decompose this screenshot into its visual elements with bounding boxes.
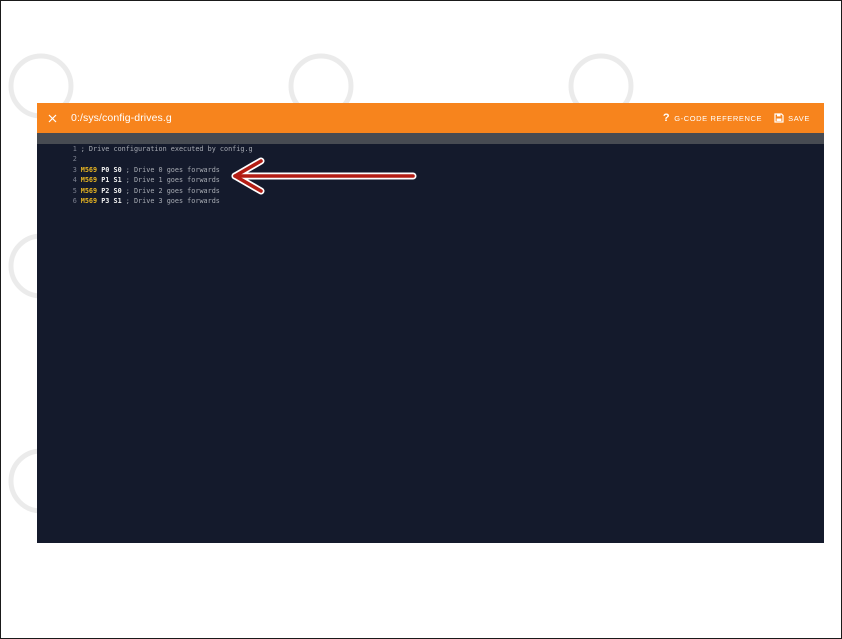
line-comment: ; Drive 3 goes forwards <box>125 197 220 205</box>
line-number: 6 <box>72 197 77 205</box>
help-icon: ? <box>662 111 671 124</box>
code-line: 2 <box>37 144 824 163</box>
code-editor-dialog: 0:/sys/config-drives.g ? G-CODE REFERENC… <box>37 103 824 543</box>
close-icon <box>48 114 56 122</box>
code-line: 4 M569 P1 S1 ; Drive 1 goes forwards <box>37 165 824 184</box>
code-line: 5 M569 P2 S0 ; Drive 2 goes forwards <box>37 175 824 195</box>
code-editor-text-area[interactable]: 1; Drive configuration executed by confi… <box>37 133 824 543</box>
gcode-param-s: S1 <box>113 197 122 205</box>
code-line: 3 M569 P0 S0 ; Drive 0 goes forwards <box>37 154 824 174</box>
editor-toolbar: 0:/sys/config-drives.g ? G-CODE REFERENC… <box>37 103 824 133</box>
code-line: 1; Drive configuration executed by confi… <box>37 133 824 153</box>
gcode-reference-button[interactable]: ? G-CODE REFERENCE <box>662 111 763 124</box>
save-icon <box>774 113 784 123</box>
save-label: SAVE <box>788 113 810 123</box>
gcode-param-p: P3 <box>101 197 110 205</box>
code-line: 6 M569 P3 S1 ; Drive 3 goes forwards <box>37 186 824 205</box>
file-path-title: 0:/sys/config-drives.g <box>71 112 172 124</box>
gcode-command: M569 <box>80 197 98 205</box>
close-button[interactable] <box>45 111 59 125</box>
save-button[interactable]: SAVE <box>774 113 810 123</box>
screenshot-frame: 0:/sys/config-drives.g ? G-CODE REFERENC… <box>0 0 842 639</box>
gcode-reference-label: G-CODE REFERENCE <box>674 113 763 123</box>
